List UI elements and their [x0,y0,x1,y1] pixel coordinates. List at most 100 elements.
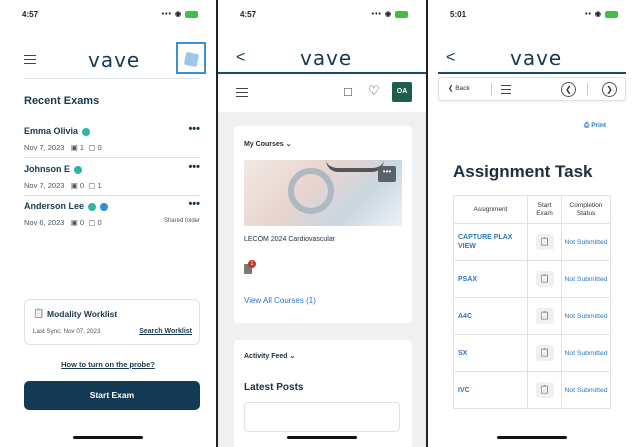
completion-status: Not Submitted [561,334,611,372]
next-icon[interactable]: ❯ [602,82,617,97]
column-header: Assignment [453,195,528,224]
toolbar-separator [491,83,492,96]
profile-avatar-button[interactable] [176,42,206,74]
header-rule [218,72,426,74]
start-exam-button[interactable]: Start Exam [24,381,200,410]
clipboard-icon: 📋 [33,308,45,318]
phone-screen-courses: 4:57 ••• ◉ < vave □ ♡ OA My Courses ⌄ ••… [218,0,426,447]
more-options-button[interactable]: ••• [188,198,200,210]
status-icons: •• ◉ [585,10,618,18]
home-indicator [73,436,143,439]
table-row: A4C 📋 Not Submitted [453,297,611,335]
battery-icon [395,10,408,18]
shared-folder-label: Shared folder [163,218,200,224]
sync-status-icon [82,127,91,136]
probe-help-link[interactable]: How to turn on the probe? [0,360,216,369]
view-all-courses-link[interactable]: View All Courses (1) [244,296,316,305]
hamburger-icon[interactable] [24,55,36,64]
row-divider [24,195,200,196]
assignment-name[interactable]: A4C [453,297,528,335]
hamburger-icon[interactable] [236,88,248,97]
status-icons: ••• ◉ [162,10,198,18]
course-menu-button[interactable]: ••• [378,166,396,182]
assignment-name[interactable]: SX [453,334,528,372]
start-exam-cell: 📋 [527,371,562,409]
app-logo: vave [510,46,563,70]
notification-count: 1 [248,260,256,268]
my-courses-card: My Courses ⌄ ••• LECOM 2024 Cardiovascul… [234,126,412,323]
page-title: Assignment Task [453,162,593,181]
status-bar: 5:01 •• ◉ [450,10,618,22]
content-toolbar: ❮ Back ❮ ❯ [438,77,626,101]
table-row: CAPTURE PLAX VIEW 📋 Not Submitted [453,223,611,261]
completion-status: Not Submitted [561,223,611,261]
phone-screen-recent-exams: 4:57 ••• ◉ vave Recent Exams Emma Olivia… [0,0,216,447]
status-time: 4:57 [240,10,257,19]
hamburger-icon[interactable] [501,85,511,94]
app-logo: vave [88,48,141,72]
clipboard-icon[interactable]: 📋 [535,308,554,324]
activity-feed-header[interactable]: Activity Feed ⌄ [244,352,295,360]
sync-status-icon [74,165,83,174]
stethoscope-tube [326,160,384,172]
previous-icon[interactable]: ❮ [561,82,576,97]
latest-posts-title: Latest Posts [244,382,304,393]
clipboard-icon[interactable]: 📋 [535,345,554,361]
exam-row[interactable]: Anderson Lee ••• Nov 6, 2023 ▣ 0 ▢ 0 Sha… [24,198,200,237]
exam-patient-name: Anderson Lee [24,201,109,211]
assignment-icon: 1 [244,260,256,274]
course-thumbnail[interactable]: ••• [244,160,402,226]
more-options-button[interactable]: ••• [188,123,200,135]
activity-feed-card: Activity Feed ⌄ Latest Posts [234,340,412,447]
status-bar: 4:57 ••• ◉ [240,10,408,22]
home-indicator [287,436,357,439]
back-button[interactable]: < [236,49,245,67]
worklist-title: Modality Worklist [47,309,118,319]
cube-avatar-icon [183,51,200,68]
content-area: My Courses ⌄ ••• LECOM 2024 Cardiovascul… [218,112,426,447]
status-time: 4:57 [22,10,39,19]
completion-status: Not Submitted [561,297,611,335]
assignment-table: Assignment Start Exam Completion Status … [453,195,611,409]
assignment-name[interactable]: PSAX [453,260,528,298]
header-rule [438,72,626,74]
clipboard-icon[interactable]: 📋 [535,382,554,398]
toolbar-separator [587,83,588,96]
start-exam-cell: 📋 [527,260,562,298]
exam-meta: Nov 7, 2023 ▣ 1 ▢ 0 [24,143,102,152]
course-title[interactable]: LECOM 2024 Cardiovascular [244,236,335,243]
phone-screen-assignment: 5:01 •• ◉ < vave ❮ Back ❮ ❯ ⎙ Print Assi… [428,0,636,447]
print-button[interactable]: ⎙ Print [584,122,606,130]
modality-worklist-card: 📋 Modality Worklist Last Sync: Nov 07, 2… [24,299,200,345]
table-row: PSAX 📋 Not Submitted [453,260,611,298]
search-worklist-link[interactable]: Search Worklist [139,328,192,335]
last-sync-text: Last Sync: Nov 07, 2023 [33,328,101,335]
clip-icon: ▢ [88,218,96,227]
back-button[interactable]: < [446,49,455,67]
printer-icon: ⎙ [584,122,590,129]
chevron-down-icon: ⌄ [285,141,292,148]
toolbar-back-button[interactable]: ❮ Back [448,84,470,92]
exam-meta: Nov 7, 2023 ▣ 0 ▢ 1 [24,181,102,190]
post-preview[interactable] [244,402,400,432]
clipboard-icon[interactable]: 📋 [535,234,554,250]
app-logo: vave [300,46,353,70]
bell-icon[interactable]: ♡ [368,83,380,99]
table-row: SX 📋 Not Submitted [453,334,611,372]
recent-exams-title: Recent Exams [24,95,100,107]
image-icon: ▣ [70,181,78,190]
more-options-button[interactable]: ••• [188,161,200,173]
user-avatar[interactable]: OA [392,82,412,102]
start-exam-cell: 📋 [527,297,562,335]
table-header-row: Assignment Start Exam Completion Status [453,195,611,224]
clipboard-icon[interactable]: 📋 [535,271,554,287]
chat-icon[interactable]: □ [344,84,352,99]
assignment-name[interactable]: CAPTURE PLAX VIEW [453,223,528,261]
assignment-name[interactable]: IVC [453,371,528,409]
my-courses-header[interactable]: My Courses ⌄ [244,140,292,148]
battery-icon [185,10,198,18]
table-row: IVC 📋 Not Submitted [453,371,611,409]
image-icon: ▣ [70,143,78,152]
image-icon: ▣ [70,218,78,227]
clip-icon: ▢ [88,181,96,190]
